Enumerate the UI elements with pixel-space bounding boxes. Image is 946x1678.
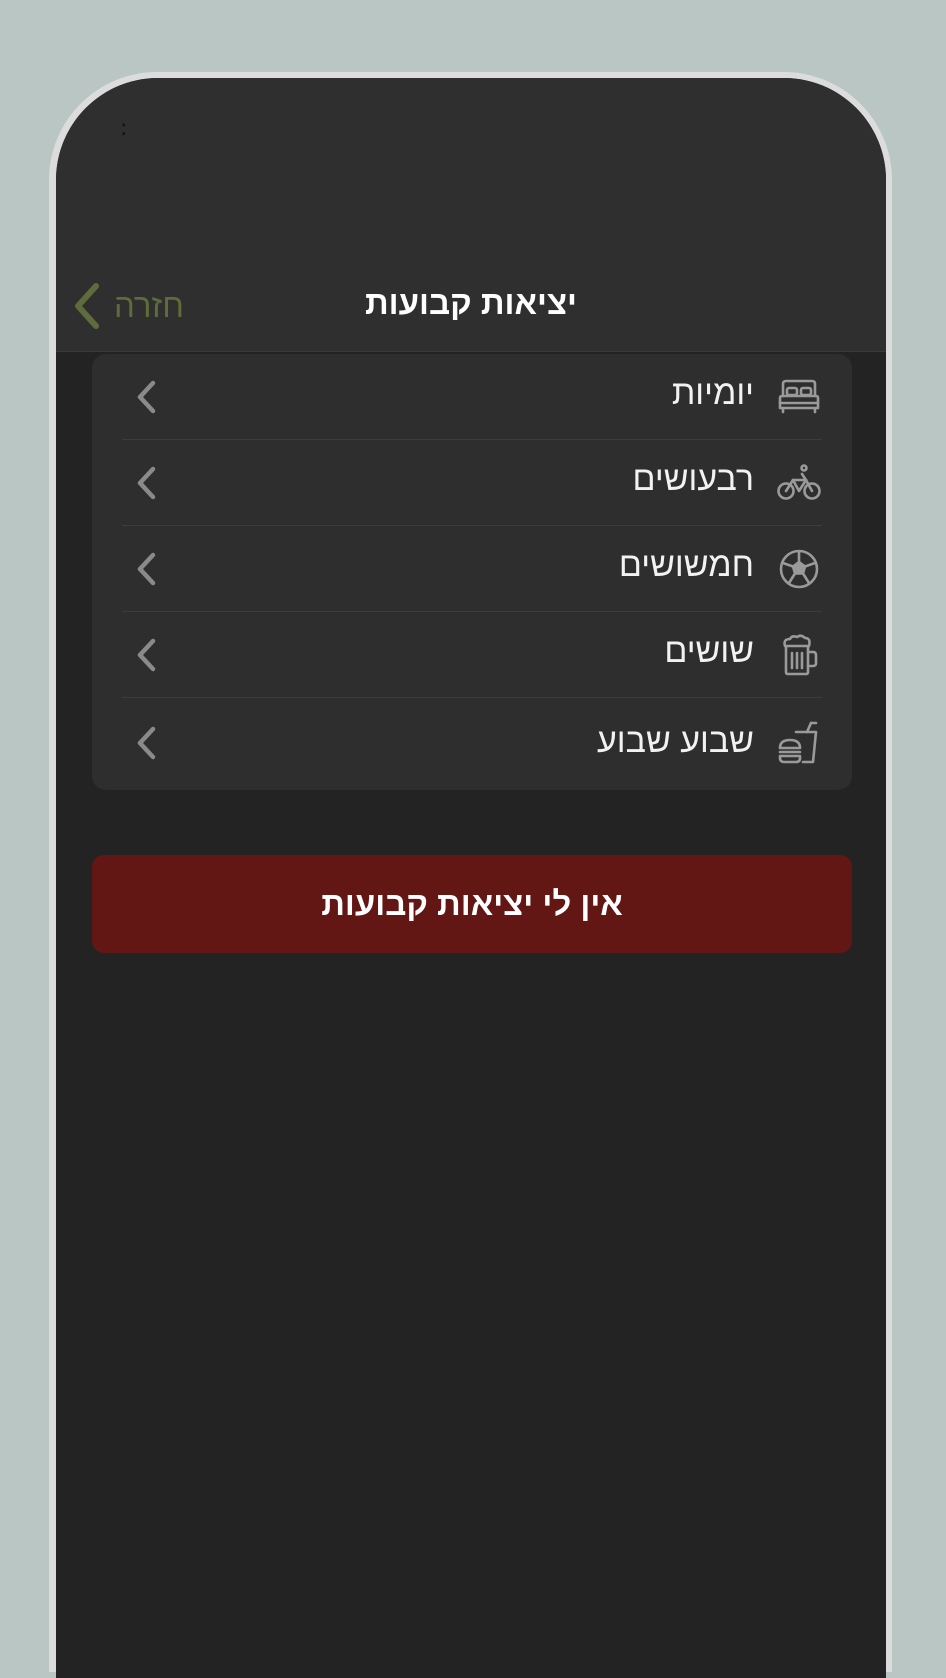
list-item-weekly[interactable]: שבוע שבוע bbox=[92, 698, 852, 790]
beer-mug-icon bbox=[783, 634, 818, 676]
chevron-left-icon bbox=[137, 552, 156, 586]
status-bar: : bbox=[56, 78, 886, 188]
soccer-ball-icon bbox=[779, 549, 819, 589]
chevron-left-icon bbox=[137, 466, 156, 500]
list-item-daily[interactable]: יומיות bbox=[92, 354, 852, 440]
phone-screen: : חזרה יציאות קבועות יומיות רבעושים חמשו… bbox=[56, 78, 886, 1678]
chevron-left-icon bbox=[137, 726, 156, 760]
status-indicator: : bbox=[120, 116, 128, 141]
list-item-label: יומיות bbox=[671, 374, 754, 412]
page-title: יציאות קבועות bbox=[364, 284, 578, 321]
fast-food-icon bbox=[778, 721, 818, 764]
list-item-sixths[interactable]: שושים bbox=[92, 612, 852, 698]
list-item-label: חמשושים bbox=[618, 546, 754, 584]
no-outings-button[interactable]: אין לי יציאות קבועות bbox=[92, 855, 852, 953]
list-item-label: שושים bbox=[664, 632, 754, 670]
navigation-bar: חזרה יציאות קבועות bbox=[56, 188, 886, 352]
outings-list: יומיות רבעושים חמשושים שושים שבוע שבוע bbox=[92, 354, 852, 790]
list-item-label: שבוע שבוע bbox=[596, 722, 754, 760]
list-item-quarterly[interactable]: רבעושים bbox=[92, 440, 852, 526]
bicycle-icon bbox=[777, 464, 821, 500]
bed-icon bbox=[778, 379, 820, 414]
chevron-left-icon bbox=[137, 380, 156, 414]
list-item-label: רבעושים bbox=[632, 460, 754, 498]
chevron-left-icon bbox=[137, 638, 156, 672]
list-item-fifths[interactable]: חמשושים bbox=[92, 526, 852, 612]
